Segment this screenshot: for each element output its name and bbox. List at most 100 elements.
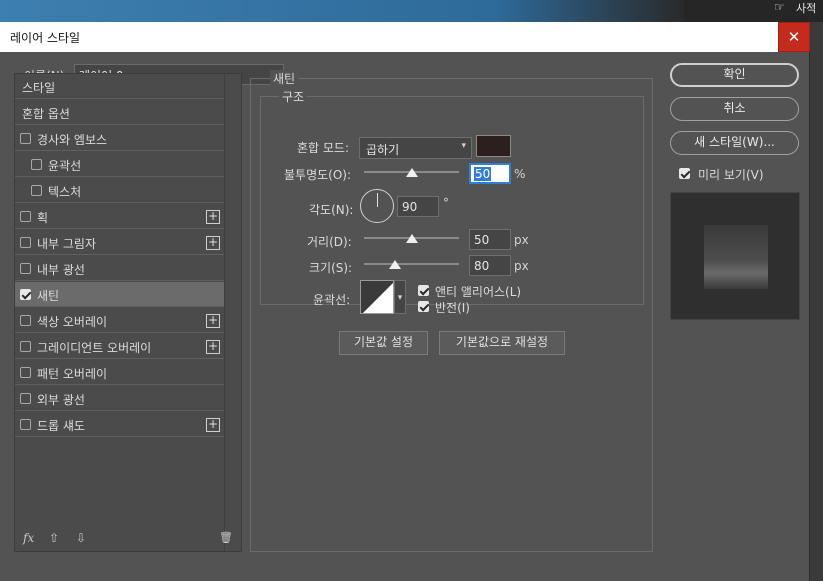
chevron-down-icon: ▾ — [397, 293, 403, 303]
contour-dropdown[interactable]: ▾ — [394, 280, 406, 314]
style-list-item[interactable]: 윤곽선 — [15, 152, 224, 177]
style-checkbox[interactable] — [20, 289, 31, 300]
style-list-item[interactable]: 패턴 오버레이 — [15, 360, 224, 385]
style-item-label: 스타일 — [22, 81, 56, 95]
angle-label: 각도(N): — [309, 203, 354, 217]
distance-unit: px — [514, 233, 529, 247]
style-checkbox[interactable] — [20, 263, 31, 274]
set-default-button[interactable]: 기본값 설정 — [339, 331, 428, 355]
add-effect-icon[interactable]: + — [206, 314, 220, 328]
opacity-slider[interactable] — [364, 168, 459, 178]
style-checkbox[interactable] — [31, 159, 42, 170]
blend-mode-label: 혼합 모드: — [297, 141, 350, 155]
angle-input[interactable]: 90 — [397, 196, 439, 217]
blend-mode-select[interactable]: 곱하기 ▾ — [359, 137, 472, 159]
size-slider[interactable] — [364, 260, 459, 270]
style-item-label: 그레이디언트 오버레이 — [37, 341, 152, 355]
style-checkbox[interactable] — [20, 367, 31, 378]
antialias-checkbox[interactable] — [418, 285, 429, 296]
antialias-label: 앤티 앨리어스(L) — [435, 285, 522, 299]
add-effect-icon[interactable]: + — [206, 418, 220, 432]
size-slider-thumb[interactable] — [389, 260, 402, 269]
style-item-label: 내부 그림자 — [37, 237, 97, 251]
style-header[interactable]: 스타일 — [15, 74, 224, 99]
add-effect-icon[interactable]: + — [206, 340, 220, 354]
style-list-item[interactable]: 텍스처 — [15, 178, 224, 203]
hand-icon: ☞ — [774, 0, 785, 14]
style-list-item[interactable]: 내부 그림자 + — [15, 230, 224, 255]
preview-thumbnail — [704, 225, 768, 289]
opacity-value: 50 — [474, 167, 492, 181]
chevron-down-icon: ▾ — [461, 141, 466, 151]
opacity-label: 불투명도(O): — [284, 168, 352, 182]
style-list-scrollbar[interactable] — [224, 74, 241, 551]
invert-checkbox[interactable] — [418, 301, 429, 312]
style-preview — [670, 192, 800, 320]
style-item-label: 획 — [37, 211, 49, 225]
close-button[interactable]: ✕ — [778, 22, 810, 52]
style-checkbox[interactable] — [20, 211, 31, 222]
style-list-item[interactable]: 그레이디언트 오버레이 + — [15, 334, 224, 359]
preview-label: 미리 보기(V) — [698, 168, 764, 182]
distance-input[interactable]: 50 — [469, 229, 511, 250]
style-item-label: 새틴 — [37, 289, 60, 303]
opacity-unit: % — [514, 167, 526, 181]
style-item-label: 경사와 엠보스 — [37, 133, 108, 147]
style-item-label: 드롭 섀도 — [37, 419, 85, 433]
blend-color-swatch[interactable] — [476, 135, 511, 157]
add-effect-icon[interactable]: + — [206, 236, 220, 250]
distance-label: 거리(D): — [307, 235, 352, 249]
contour-label: 윤곽선: — [313, 293, 351, 307]
angle-unit: ° — [443, 196, 449, 210]
new-style-button[interactable]: 새 스타일(W)... — [670, 131, 799, 155]
distance-slider[interactable] — [364, 234, 459, 244]
style-item-label: 혼합 옵션 — [22, 107, 70, 121]
move-down-icon[interactable]: ⇩ — [76, 531, 86, 545]
opacity-slider-thumb[interactable] — [405, 168, 418, 177]
fx-icon[interactable]: fx — [23, 531, 34, 545]
style-checkbox[interactable] — [20, 133, 31, 144]
add-effect-icon[interactable]: + — [206, 210, 220, 224]
distance-slider-thumb[interactable] — [405, 234, 418, 243]
preview-checkbox[interactable] — [679, 168, 690, 179]
blending-options-item[interactable]: 혼합 옵션 — [15, 100, 224, 125]
style-list-item[interactable]: 내부 광선 — [15, 256, 224, 281]
style-checkbox[interactable] — [31, 185, 42, 196]
style-list-item[interactable]: 획 + — [15, 204, 224, 229]
dialog-title: 레이어 스타일 — [10, 31, 81, 45]
style-item-label: 패턴 오버레이 — [37, 367, 108, 381]
style-checkbox[interactable] — [20, 237, 31, 248]
ok-button[interactable]: 확인 — [670, 63, 799, 87]
move-up-icon[interactable]: ⇧ — [49, 531, 59, 545]
size-label: 크기(S): — [309, 261, 353, 275]
style-list-item[interactable]: 외부 광선 — [15, 386, 224, 411]
style-list-item[interactable]: 드롭 섀도 + — [15, 412, 224, 437]
background-label: 사적 — [796, 2, 817, 15]
style-list: 스타일 혼합 옵션 경사와 엠보스 윤곽선 텍스처 획 + 내부 그림자 + 내부 광선 새틴 색상 … — [14, 73, 242, 552]
style-checkbox[interactable] — [20, 419, 31, 430]
style-checkbox[interactable] — [20, 315, 31, 326]
invert-label: 반전(I) — [435, 301, 470, 315]
contour-picker[interactable] — [360, 280, 394, 314]
style-list-toolbar: fx ⇧ ⇩ 🗑 — [15, 529, 241, 551]
style-item-label: 텍스처 — [48, 185, 82, 199]
style-list-item[interactable]: 경사와 엠보스 — [15, 126, 224, 151]
style-checkbox[interactable] — [20, 393, 31, 404]
opacity-input[interactable]: 50 — [469, 163, 511, 184]
size-input[interactable]: 80 — [469, 255, 511, 276]
blend-mode-value: 곱하기 — [366, 143, 400, 157]
title-bar: 레이어 스타일 ✕ — [0, 22, 810, 52]
cancel-button[interactable]: 취소 — [670, 97, 799, 121]
angle-dial[interactable] — [360, 189, 394, 223]
trash-icon[interactable]: 🗑 — [219, 531, 233, 544]
style-item-label: 색상 오버레이 — [37, 315, 108, 329]
style-item-label: 외부 광선 — [37, 393, 85, 407]
structure-title: 구조 — [279, 88, 308, 105]
background-panel: ☞ 사적 — [684, 0, 823, 22]
size-unit: px — [514, 259, 529, 273]
reset-default-button[interactable]: 기본값으로 재설정 — [439, 331, 565, 355]
style-list-item[interactable]: 색상 오버레이 + — [15, 308, 224, 333]
style-item-label: 윤곽선 — [48, 159, 82, 173]
style-list-item[interactable]: 새틴 — [15, 282, 224, 307]
style-checkbox[interactable] — [20, 341, 31, 352]
